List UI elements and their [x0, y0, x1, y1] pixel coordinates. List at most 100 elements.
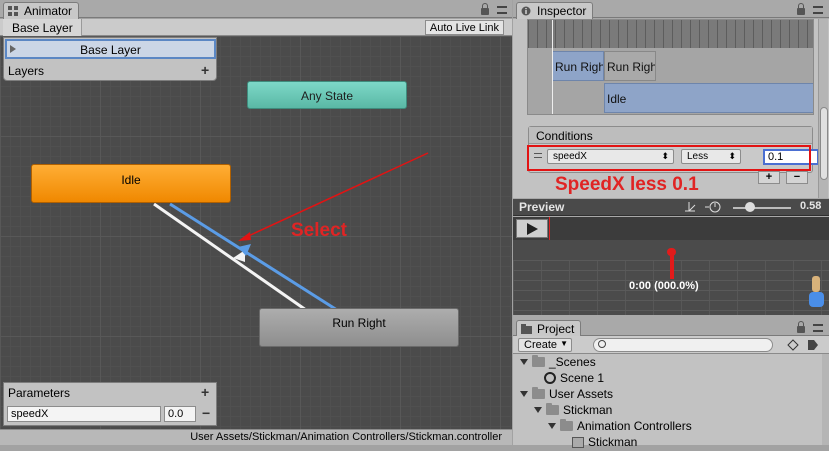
panel-menu-icon[interactable]	[497, 6, 507, 14]
stickman-preview-figure	[667, 248, 676, 279]
inspector-tab-bar: Inspector	[513, 0, 829, 19]
preview-title: Preview	[519, 200, 565, 214]
conditions-header: Conditions	[529, 127, 812, 144]
animator-controller-icon	[572, 437, 584, 448]
add-layer-button[interactable]: +	[201, 62, 209, 78]
dropdown-arrow-icon: ▼	[560, 339, 569, 348]
folder-tab-icon	[521, 324, 532, 334]
project-search-input[interactable]	[593, 338, 773, 352]
layer-item-base-layer[interactable]: Base Layer	[5, 39, 216, 59]
search-icon	[598, 340, 606, 348]
add-condition-button[interactable]: +	[758, 171, 780, 184]
animator-grid-icon	[8, 6, 18, 16]
inspector-tab[interactable]: Inspector	[516, 2, 594, 19]
project-lock-icon[interactable]	[797, 321, 805, 333]
expand-arrow-icon[interactable]	[548, 423, 556, 429]
animator-window: Animator Base Layer Auto Live Link Base …	[0, 0, 512, 445]
auto-live-link-button[interactable]: Auto Live Link	[424, 20, 504, 35]
lock-icon[interactable]	[481, 3, 489, 15]
info-icon	[521, 6, 531, 16]
playback-speed-icon[interactable]	[703, 201, 727, 213]
pivot-icon[interactable]	[683, 201, 697, 213]
tree-item-user-assets[interactable]: User Assets	[520, 387, 613, 403]
project-menu-icon[interactable]	[813, 324, 823, 332]
expand-arrow-icon[interactable]	[534, 407, 542, 413]
timeline-clip-run-right[interactable]: Run Right	[552, 51, 604, 81]
play-button[interactable]	[516, 219, 548, 238]
parameter-name-field[interactable]: speedX	[7, 406, 161, 422]
annotation-select: Select	[291, 220, 347, 241]
animator-tab-bar: Animator	[0, 0, 512, 19]
layer-name: Base Layer	[80, 43, 141, 57]
tree-item-scenes[interactable]: _Scenes	[520, 355, 596, 371]
avatar-icon[interactable]	[812, 276, 820, 292]
tree-item-animation-controllers[interactable]: Animation Controllers	[548, 419, 692, 435]
parameters-panel: Parameters + speedX 0.0 −	[3, 382, 217, 426]
controller-path: User Assets/Stickman/Animation Controlle…	[0, 429, 512, 445]
project-tab-label: Project	[537, 322, 575, 336]
timeline-clip-run-right-2[interactable]: Run Right	[604, 51, 656, 81]
parameter-value-field[interactable]: 0.0	[164, 406, 196, 422]
scrollbar-thumb[interactable]	[820, 107, 828, 180]
create-button[interactable]: Create ▼	[518, 338, 573, 352]
tree-item-label: Stickman	[588, 435, 638, 449]
project-tab[interactable]: Project	[516, 320, 582, 337]
timeline-ruler	[528, 20, 813, 48]
tree-item-stickman-folder[interactable]: Stickman	[534, 403, 612, 419]
avatar-selector-icon[interactable]	[809, 292, 824, 307]
project-scrollbar[interactable]	[822, 354, 829, 445]
filter-by-label-icon[interactable]	[807, 339, 819, 351]
transition-timeline[interactable]: Run Right Run Right Idle	[527, 19, 814, 115]
create-label: Create	[524, 339, 558, 351]
preview-speed-value: 0.58	[800, 200, 822, 212]
state-any-state[interactable]: Any State	[247, 81, 407, 109]
layers-header: Layers	[8, 64, 45, 78]
expand-arrow-icon	[10, 45, 16, 53]
folder-icon	[532, 387, 545, 399]
state-run-right[interactable]: Run Right	[259, 308, 459, 347]
tree-item-stickman-controller[interactable]: Stickman	[572, 435, 637, 451]
animator-tab[interactable]: Animator	[3, 2, 80, 19]
folder-icon	[560, 419, 573, 431]
preview-speed-knob[interactable]	[745, 202, 755, 212]
tree-item-label: User Assets	[549, 387, 614, 401]
tree-item-label: Stickman	[563, 403, 613, 417]
breadcrumb[interactable]: Base Layer	[3, 19, 82, 36]
unity-scene-icon	[544, 372, 556, 384]
tree-item-label: Scene 1	[560, 371, 605, 385]
preview-speed-slider[interactable]	[733, 207, 791, 209]
project-toolbar: Create ▼	[513, 336, 829, 354]
layers-panel: Base Layer Layers +	[3, 37, 217, 81]
tree-item-label: Animation Controllers	[577, 419, 692, 433]
preview-timecode: 0:00 (000.0%)	[629, 280, 699, 292]
state-idle[interactable]: Idle	[31, 164, 231, 203]
remove-condition-button[interactable]: −	[786, 171, 808, 184]
preview-viewport[interactable]: 0:00 (000.0%)	[513, 240, 829, 315]
timeline-playhead[interactable]	[552, 20, 553, 114]
inspector-body: Run Right Run Right Idle Conditions spee…	[513, 19, 829, 198]
inspector-scrollbar[interactable]	[818, 19, 828, 198]
add-parameter-button[interactable]: +	[201, 384, 209, 400]
breadcrumb-label: Base Layer	[12, 21, 73, 35]
annotation-speedx: SpeedX less 0.1	[555, 174, 699, 195]
project-tab-bar: Project	[513, 318, 829, 337]
animator-toolbar: Base Layer Auto Live Link	[0, 19, 512, 36]
preview-header: Preview 0.58	[513, 199, 829, 216]
timeline-clip-idle[interactable]: Idle	[604, 83, 813, 113]
tree-item-label: _Scenes	[549, 355, 596, 369]
expand-arrow-icon[interactable]	[520, 391, 528, 397]
tree-item-scene-1[interactable]: Scene 1	[544, 371, 604, 387]
preview-timeline[interactable]	[513, 217, 829, 240]
parameters-header: Parameters	[8, 386, 71, 400]
folder-icon	[546, 403, 559, 415]
preview-playhead[interactable]	[549, 217, 550, 240]
remove-parameter-button[interactable]: −	[202, 405, 210, 421]
inspector-lock-icon[interactable]	[797, 3, 805, 15]
expand-arrow-icon[interactable]	[520, 359, 528, 365]
inspector-tab-label: Inspector	[537, 4, 587, 18]
right-column: Inspector Run Right Run Right Idle Condi…	[513, 0, 829, 449]
folder-icon	[532, 355, 545, 367]
annotation-highlight-box	[527, 145, 811, 171]
inspector-menu-icon[interactable]	[813, 6, 823, 14]
filter-by-type-icon[interactable]	[787, 339, 799, 351]
